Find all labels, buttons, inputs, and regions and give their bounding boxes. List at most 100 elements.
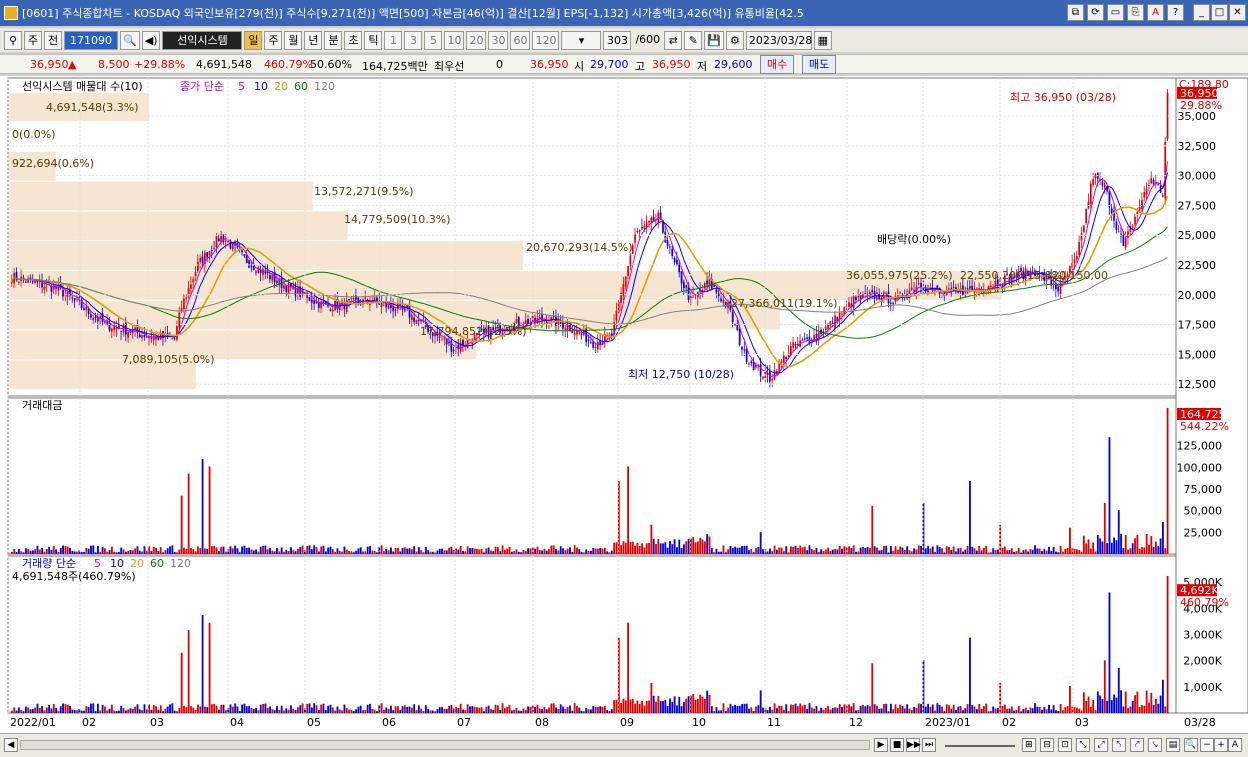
volume-bar	[738, 705, 741, 713]
calendar-icon[interactable]: ▦	[813, 30, 832, 50]
candle-body	[73, 298, 76, 301]
candle-body	[264, 271, 267, 274]
tool-icon-5[interactable]: ⤢	[1094, 738, 1108, 752]
amount-bar	[564, 550, 567, 554]
amount-bar	[1034, 545, 1036, 554]
minute-1[interactable]: 1	[384, 30, 403, 50]
buy-button[interactable]: 매수	[760, 55, 795, 74]
amount-bar	[810, 549, 813, 554]
amount-bar	[1073, 548, 1076, 554]
volume-bar	[1008, 708, 1011, 713]
chart-tool-icon[interactable]: ⇄	[664, 30, 683, 50]
play-icon[interactable]: ▶	[874, 738, 888, 752]
candle-body	[1057, 286, 1060, 292]
scroll-left-icon[interactable]: ◀	[4, 738, 18, 752]
indicator-icon[interactable]: ✎	[684, 30, 703, 50]
candle-body	[643, 225, 646, 229]
stock-chart-svg[interactable]: 35,000 32,500 30,000 27,500 25,000 22,500 20,0…	[0, 76, 1248, 733]
amount-bar	[52, 546, 55, 554]
interval-year[interactable]: 년	[304, 30, 323, 50]
stop-icon[interactable]: ■	[890, 738, 904, 752]
minute-120[interactable]: 120	[532, 30, 560, 50]
tool-icon-2[interactable]: ⊟	[1040, 738, 1054, 752]
minute-60[interactable]: 60	[510, 30, 531, 50]
amount-bar	[459, 545, 462, 554]
date-input[interactable]: 2023/03/28	[745, 30, 812, 50]
close-button[interactable]: ✕	[1229, 4, 1246, 21]
amount-bar	[255, 549, 257, 554]
search-icon[interactable]: 🔍	[120, 30, 140, 50]
volume-bar	[655, 701, 657, 713]
step-icon[interactable]: ▶▶	[906, 738, 921, 752]
minute-3[interactable]: 3	[404, 30, 423, 50]
minute-30[interactable]: 30	[488, 30, 509, 50]
interval-dropdown[interactable]: ▾	[561, 30, 602, 50]
font-icon[interactable]: A	[1147, 4, 1164, 21]
candle-body	[417, 320, 420, 322]
volume-bar	[217, 709, 220, 713]
window-icon[interactable]: ▭	[1107, 4, 1124, 21]
interval-week[interactable]: 주	[264, 30, 283, 50]
volume-bar	[252, 708, 255, 713]
sell-button[interactable]: 매도	[802, 55, 837, 74]
candle-body	[755, 365, 757, 368]
amount-bar	[950, 550, 953, 554]
period-select[interactable]: 주	[24, 30, 42, 50]
speaker-icon[interactable]: ◀)	[141, 30, 161, 50]
volume-bar	[494, 704, 497, 713]
volume-bar	[320, 704, 323, 713]
tool-icon-6[interactable]: ⤣	[1112, 738, 1126, 752]
chart-area[interactable]: 35,000 32,500 30,000 27,500 25,000 22,500 20,0…	[0, 76, 1248, 733]
chart-scrollbar[interactable]	[20, 740, 870, 750]
minimize-button[interactable]: _	[1193, 4, 1210, 21]
settings-icon[interactable]: ⚙	[725, 30, 744, 50]
refresh-icon[interactable]: ⟳	[1087, 4, 1104, 21]
stock-code-input[interactable]: 171090	[64, 30, 118, 50]
zoom-out-icon[interactable]: −	[1200, 738, 1214, 752]
candle-body	[36, 281, 39, 283]
zoom-icon[interactable]: 🔍	[1184, 738, 1198, 752]
link-icon[interactable]: ⧉	[1067, 4, 1084, 21]
prev-button[interactable]: 전	[44, 30, 62, 50]
volume-bar	[1106, 700, 1109, 713]
minute-20[interactable]: 20	[466, 30, 487, 50]
interval-month[interactable]: 월	[284, 30, 303, 50]
interval-tick[interactable]: 틱	[364, 30, 383, 50]
amount-bar	[1115, 540, 1118, 554]
volume-bar	[648, 700, 650, 713]
minute-10[interactable]: 10	[444, 30, 465, 50]
maximize-button[interactable]: □	[1211, 4, 1228, 21]
end-icon[interactable]: ⏭	[922, 738, 936, 752]
amount-bar	[169, 546, 171, 554]
tool-icon-8[interactable]: ⤥	[1148, 738, 1162, 752]
interval-second[interactable]: 초	[344, 30, 363, 50]
stock-name-field[interactable]: 선익시스템	[162, 30, 243, 50]
candle-body	[785, 357, 788, 359]
volume-bar	[210, 704, 213, 713]
interval-minute[interactable]: 분	[324, 30, 343, 50]
tool-icon-3[interactable]: ⊡	[1058, 738, 1072, 752]
tool-icon-4[interactable]: ⤡	[1076, 738, 1090, 752]
tool-icon-9[interactable]: ▤	[1166, 738, 1180, 752]
volume-bar	[555, 707, 557, 713]
save-icon[interactable]: 💾	[704, 30, 724, 50]
interval-day[interactable]: 일	[244, 30, 263, 50]
volume-bar	[510, 710, 513, 713]
amount-bar	[145, 550, 148, 554]
zoom-in-icon[interactable]: +	[1214, 738, 1228, 752]
candle-body	[1138, 207, 1141, 211]
candle-body	[673, 257, 676, 263]
font-size-icon[interactable]: A	[1228, 738, 1242, 752]
tool-icon-1[interactable]: ⊞	[1022, 738, 1036, 752]
copy-icon[interactable]: ⎘	[1127, 4, 1144, 21]
amount-bar	[41, 548, 44, 554]
minute-5[interactable]: 5	[424, 30, 443, 50]
tool-icon-7[interactable]: ⤤	[1130, 738, 1144, 752]
data-count-input[interactable]: 303	[603, 30, 632, 50]
help-icon[interactable]: ?	[1167, 4, 1184, 21]
amount-bar	[210, 546, 213, 554]
amount-bar	[29, 550, 32, 554]
pin-icon[interactable]: ⚲	[4, 30, 22, 50]
volume-bar	[757, 705, 760, 713]
zoom-slider[interactable]	[945, 745, 1015, 747]
